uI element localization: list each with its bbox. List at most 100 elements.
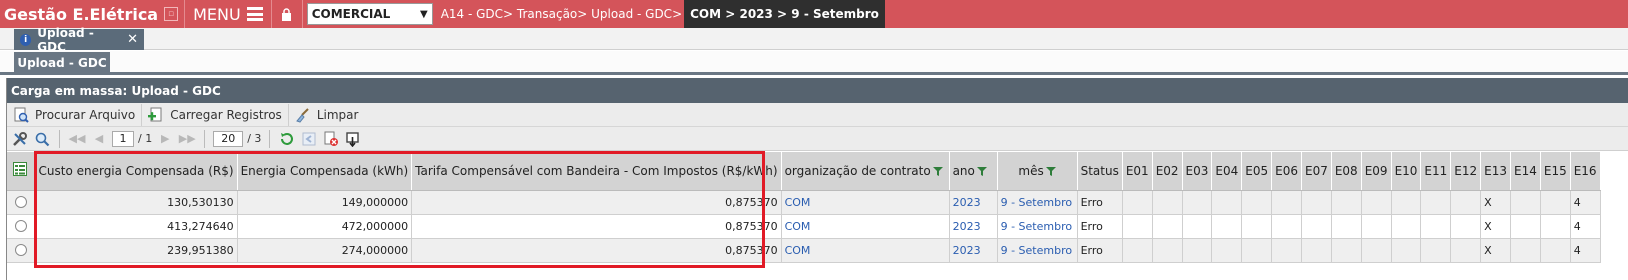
cell-e02 xyxy=(1152,238,1183,263)
col-org-label: organização de contrato xyxy=(784,163,931,178)
cell-e09 xyxy=(1361,190,1392,215)
page-number-input[interactable]: 1 xyxy=(112,130,134,147)
prev-page-icon[interactable]: ◀ xyxy=(90,130,108,148)
filter-icon[interactable] xyxy=(1045,166,1056,177)
radio-button[interactable] xyxy=(14,244,27,256)
col-ano-label: ano xyxy=(952,163,975,178)
hamburger-icon xyxy=(246,7,263,21)
cell-mes-link[interactable]: 9 - Setembro xyxy=(997,190,1078,215)
col-tarifa[interactable]: Tarifa Compensável com Bandeira - Com Im… xyxy=(411,152,782,191)
app-title: Gestão E.Elétrica xyxy=(4,4,159,24)
chevron-down-icon: ▼ xyxy=(419,8,428,20)
radio-button[interactable] xyxy=(14,220,27,232)
clear-button[interactable]: Limpar xyxy=(289,104,365,126)
table-row[interactable]: 413,274640 472,000000 0,875370 COM 2023 … xyxy=(7,214,1601,239)
cell-e03 xyxy=(1182,190,1213,215)
cell-org-link[interactable]: COM xyxy=(781,214,950,239)
col-e13[interactable]: E13 xyxy=(1480,152,1511,191)
col-e16[interactable]: E16 xyxy=(1570,152,1601,191)
cell-mes-link[interactable]: 9 - Setembro xyxy=(997,238,1078,263)
page-size-input[interactable]: 20 xyxy=(213,130,244,147)
col-energia[interactable]: Energia Compensada (kWh) xyxy=(237,152,413,191)
row-radio[interactable] xyxy=(7,190,36,215)
cell-custo: 130,530130 xyxy=(35,190,238,215)
cell-mes-link[interactable]: 9 - Setembro xyxy=(997,214,1078,239)
select-all-icon[interactable] xyxy=(7,152,36,191)
app-menu-toggle-icon[interactable]: ▫ xyxy=(164,7,179,21)
total-pages: / 3 xyxy=(247,132,262,145)
col-mes[interactable]: mês xyxy=(997,152,1078,191)
col-e11[interactable]: E11 xyxy=(1420,152,1452,191)
col-e05[interactable]: E05 xyxy=(1241,152,1273,191)
company-select[interactable]: COMERCIAL ▼ xyxy=(306,3,433,25)
subtab-upload-gdc[interactable]: Upload - GDC xyxy=(14,52,110,73)
cell-org-link[interactable]: COM xyxy=(781,190,950,215)
back-icon[interactable] xyxy=(300,130,318,148)
col-e15[interactable]: E15 xyxy=(1540,152,1571,191)
col-status[interactable]: Status xyxy=(1077,152,1123,191)
first-page-icon[interactable]: ◀◀ xyxy=(68,130,86,148)
subtab-bar: Upload - GDC xyxy=(0,51,1628,73)
tools-icon[interactable] xyxy=(11,130,29,148)
cell-e15 xyxy=(1540,238,1571,263)
cell-e14 xyxy=(1510,190,1541,215)
col-e03[interactable]: E03 xyxy=(1182,152,1213,191)
lock-icon[interactable] xyxy=(270,0,303,28)
col-e09[interactable]: E09 xyxy=(1361,152,1392,191)
col-custo[interactable]: Custo energia Compensada (R$) xyxy=(35,152,238,191)
export-icon[interactable] xyxy=(344,130,362,148)
col-e07[interactable]: E07 xyxy=(1301,152,1332,191)
filter-icon[interactable] xyxy=(976,166,987,177)
browse-file-button[interactable]: Procurar Arquivo xyxy=(7,103,143,126)
delete-icon[interactable] xyxy=(322,130,340,148)
cell-e01 xyxy=(1122,214,1153,239)
menu-label: MENU xyxy=(193,4,241,24)
tab-upload-gdc[interactable]: i Upload - GDC ✕ xyxy=(14,26,144,54)
col-e10[interactable]: E10 xyxy=(1391,152,1422,191)
cell-org-link[interactable]: COM xyxy=(781,238,950,263)
col-ano[interactable]: ano xyxy=(949,152,998,191)
refresh-icon[interactable] xyxy=(278,130,296,148)
col-e01[interactable]: E01 xyxy=(1122,152,1153,191)
row-radio[interactable] xyxy=(7,214,36,239)
col-e06[interactable]: E06 xyxy=(1271,152,1302,191)
cell-ano-link[interactable]: 2023 xyxy=(949,214,998,239)
cell-status: Erro xyxy=(1077,214,1123,239)
col-e14[interactable]: E14 xyxy=(1510,152,1541,191)
cell-status: Erro xyxy=(1077,238,1123,263)
row-radio[interactable] xyxy=(7,238,36,263)
col-e04[interactable]: E04 xyxy=(1211,152,1243,191)
cell-e11 xyxy=(1420,238,1452,263)
action-toolbar: Procurar Arquivo Carregar Registros Limp… xyxy=(7,103,1628,127)
load-records-button[interactable]: Carregar Registros xyxy=(142,103,289,126)
cell-e10 xyxy=(1391,238,1422,263)
clear-label: Limpar xyxy=(316,107,359,122)
grid-header: Custo energia Compensada (R$) Energia Co… xyxy=(7,152,1601,191)
table-row[interactable]: 239,951380 274,000000 0,875370 COM 2023 … xyxy=(7,238,1601,263)
cell-e08 xyxy=(1331,238,1362,263)
col-e12[interactable]: E12 xyxy=(1450,152,1482,191)
cell-e16: 4 xyxy=(1570,190,1601,215)
close-icon[interactable]: ✕ xyxy=(127,32,138,47)
next-page-icon[interactable]: ▶ xyxy=(156,130,174,148)
cell-custo: 239,951380 xyxy=(35,238,238,263)
panel-title: Carga em massa: Upload - GDC xyxy=(7,78,1628,103)
cell-e02 xyxy=(1152,214,1183,239)
last-page-icon[interactable]: ▶▶ xyxy=(178,130,196,148)
menu-button[interactable]: MENU xyxy=(184,0,271,28)
cell-e05 xyxy=(1241,214,1273,239)
cell-ano-link[interactable]: 2023 xyxy=(949,238,998,263)
cell-e12 xyxy=(1450,214,1482,239)
cell-ano-link[interactable]: 2023 xyxy=(949,190,998,215)
breadcrumb[interactable]: A14 - GDC> Transação> Upload - GDC> xyxy=(441,7,682,21)
data-grid: Custo energia Compensada (R$) Energia Co… xyxy=(7,152,1601,263)
col-org[interactable]: organização de contrato xyxy=(781,152,950,191)
load-records-label: Carregar Registros xyxy=(170,107,282,122)
radio-button[interactable] xyxy=(14,196,27,208)
col-e02[interactable]: E02 xyxy=(1152,152,1183,191)
cell-e16: 4 xyxy=(1570,238,1601,263)
col-e08[interactable]: E08 xyxy=(1331,152,1362,191)
search-icon[interactable] xyxy=(33,130,51,148)
table-row[interactable]: 130,530130 149,000000 0,875370 COM 2023 … xyxy=(7,190,1601,215)
filter-icon[interactable] xyxy=(932,166,943,177)
